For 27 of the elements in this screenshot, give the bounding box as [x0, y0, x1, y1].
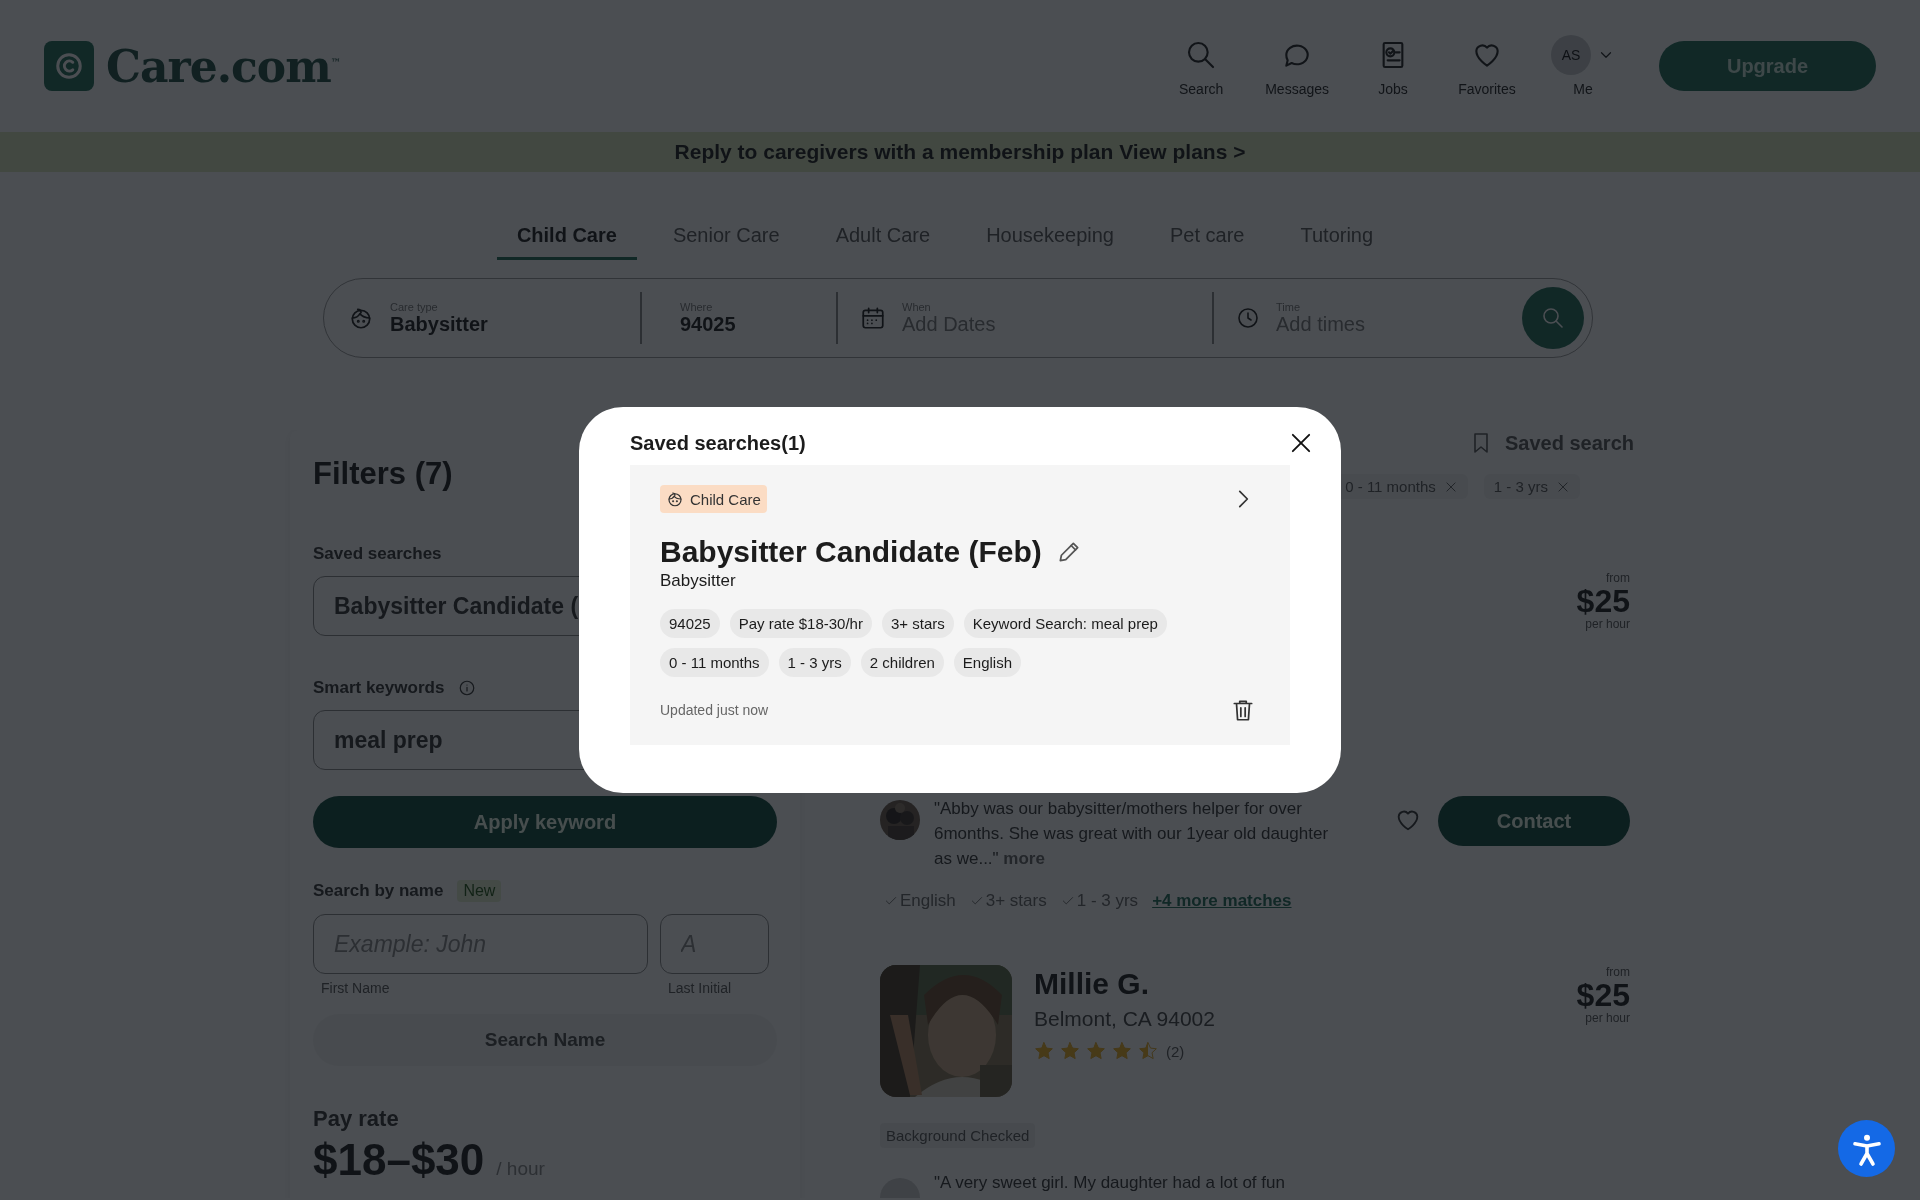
field-value[interactable]: Babysitter — [390, 312, 590, 336]
criteria-chip: 94025 — [660, 609, 720, 638]
price-amount: $25 — [1576, 585, 1630, 617]
criteria-chip: English — [953, 648, 1022, 677]
filters-heading: Filters (7) — [313, 456, 453, 492]
trash-icon[interactable] — [1230, 697, 1256, 723]
field-value[interactable]: 94025 — [680, 312, 880, 336]
criteria-chip: 0 - 11 months — [660, 648, 769, 677]
dialog-title: Saved searches(1) — [630, 431, 806, 455]
nav-label: Me — [1573, 81, 1593, 97]
nav-label: Messages — [1265, 81, 1329, 97]
criteria-chip: Pay rate $18-30/hr — [729, 609, 872, 638]
criteria-chip: 2 children — [860, 648, 944, 677]
tag-label: Child Care — [690, 490, 761, 508]
care-type: Babysitter — [660, 571, 737, 591]
criteria-chip: 3+ stars — [881, 609, 954, 638]
pay-rate-value: $18–$30 — [313, 1136, 485, 1185]
price-amount: $25 — [1576, 979, 1630, 1011]
criteria-chip: Keyword Search: meal prep — [963, 609, 1167, 638]
saved-search-card[interactable]: Child Care Babysitter Candidate (Feb) Babysitter 94025 Pay rate $18-30/hr 3+ stars Keyword Search: meal prep 0 - 11 months 1 - 3 yrs 2 children English Updated just now — [630, 465, 1290, 745]
nav-label: Favorites — [1458, 81, 1516, 97]
nav-label: Jobs — [1378, 81, 1408, 97]
nav-label: Search — [1179, 81, 1224, 97]
baby-face-icon — [666, 490, 684, 508]
saved-search-name: Babysitter Candidate (Feb) — [660, 535, 1042, 569]
criteria-chip: 1 - 3 yrs — [778, 648, 851, 677]
updated-time: Updated just now — [660, 702, 769, 718]
